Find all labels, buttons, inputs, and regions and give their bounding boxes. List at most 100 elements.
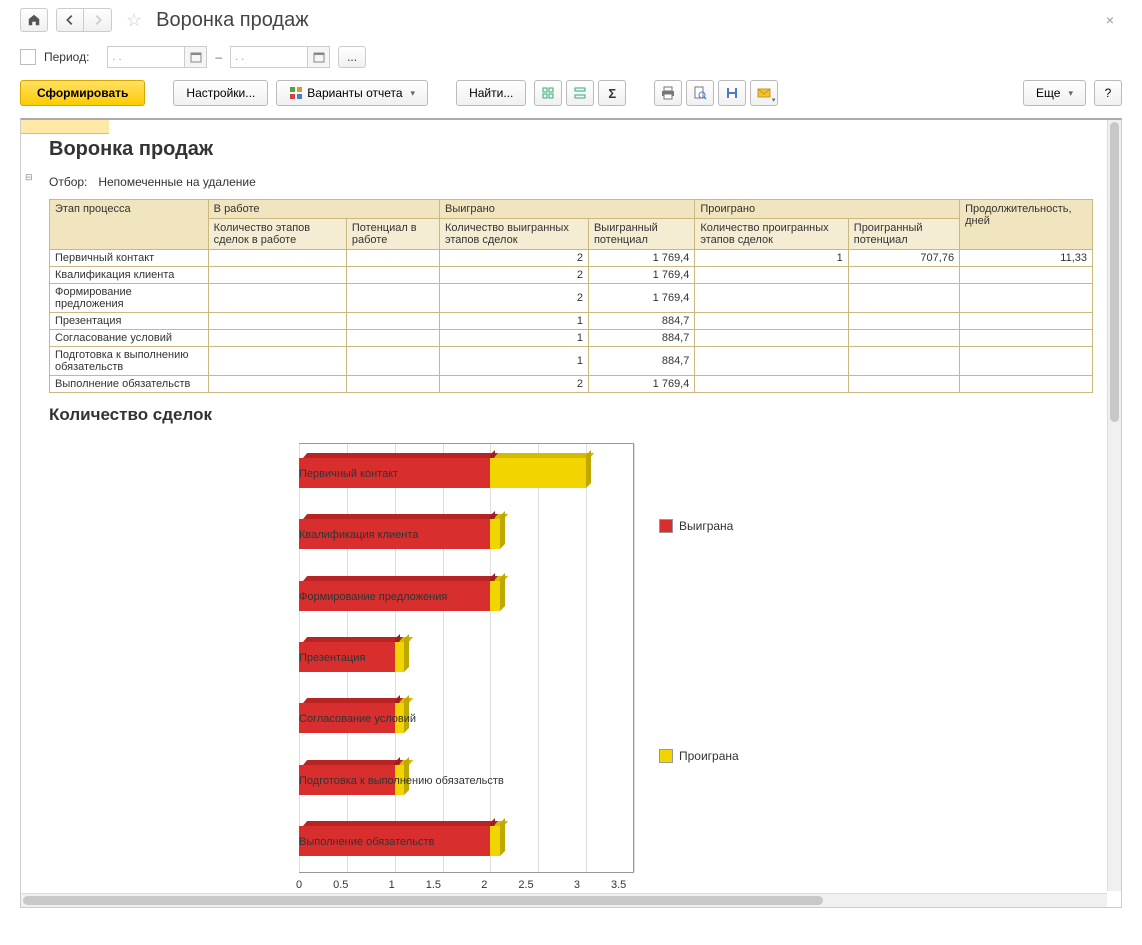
table-cell: 2 — [440, 376, 589, 393]
table-row[interactable]: Презентация1884,7 — [50, 313, 1093, 330]
legend-lost: Проиграна — [659, 749, 739, 763]
th-inwork-count: Количество этапов сделок в работе — [208, 219, 346, 250]
table-cell — [848, 347, 959, 376]
print-button[interactable] — [654, 80, 682, 106]
table-cell — [848, 267, 959, 284]
sum-button[interactable]: Σ — [598, 80, 626, 106]
page-title: Воронка продаж — [156, 9, 308, 32]
data-table: Этап процесса В работе Выиграно Проигран… — [49, 199, 1093, 393]
table-cell — [695, 313, 848, 330]
table-row[interactable]: Квалификация клиента21 769,4 — [50, 267, 1093, 284]
table-cell — [208, 267, 346, 284]
table-row[interactable]: Выполнение обязательств 21 769,4 — [50, 376, 1093, 393]
table-cell — [346, 250, 439, 267]
report-tab — [21, 120, 109, 134]
table-cell — [960, 267, 1093, 284]
x-tick: 2.5 — [518, 879, 533, 891]
date-to-picker[interactable] — [308, 46, 330, 68]
legend-won-label: Выиграна — [679, 519, 733, 533]
table-cell — [848, 284, 959, 313]
table-cell — [848, 313, 959, 330]
legend-won: Выиграна — [659, 519, 733, 533]
favorite-icon[interactable]: ☆ — [126, 10, 142, 31]
table-cell: Подготовка к выполнению обязательств — [50, 347, 209, 376]
preview-button[interactable] — [686, 80, 714, 106]
date-from-picker[interactable] — [185, 46, 207, 68]
table-cell: 1 769,4 — [588, 376, 694, 393]
help-button[interactable]: ? — [1094, 80, 1122, 106]
table-cell: 884,7 — [588, 347, 694, 376]
table-cell — [346, 313, 439, 330]
th-duration: Продолжительность, дней — [960, 200, 1093, 250]
scrollbar-horizontal[interactable] — [21, 893, 1107, 907]
header: ☆ Воронка продаж × — [0, 0, 1142, 40]
date-from-input[interactable]: . . — [107, 46, 185, 68]
legend-won-swatch — [659, 519, 673, 533]
period-checkbox[interactable] — [20, 49, 36, 65]
bar-lost[interactable] — [490, 519, 500, 549]
table-cell: 1 — [440, 347, 589, 376]
table-cell: Формирование предложения — [50, 284, 209, 313]
email-button[interactable]: ▾ — [750, 80, 778, 106]
find-button[interactable]: Найти... — [456, 80, 526, 106]
x-tick: 3.5 — [611, 879, 626, 891]
expand-groups-button[interactable] — [534, 80, 562, 106]
table-cell: Первичный контакт — [50, 250, 209, 267]
th-won: Выиграно — [440, 200, 695, 219]
period-dots-button[interactable]: ... — [338, 46, 366, 68]
th-won-count: Количество выигранных этапов сделок — [440, 219, 589, 250]
forward-button[interactable] — [84, 8, 112, 32]
settings-button[interactable]: Настройки... — [173, 80, 268, 106]
table-cell — [848, 376, 959, 393]
table-cell — [346, 347, 439, 376]
table-cell: 11,33 — [960, 250, 1093, 267]
x-tick: 0.5 — [333, 879, 348, 891]
table-cell — [346, 284, 439, 313]
variants-button[interactable]: Варианты отчета — [276, 80, 428, 106]
save-button[interactable] — [718, 80, 746, 106]
table-cell — [960, 313, 1093, 330]
form-button[interactable]: Сформировать — [20, 80, 145, 106]
legend-lost-label: Проиграна — [679, 749, 739, 763]
home-button[interactable] — [20, 8, 48, 32]
bar-lost[interactable] — [395, 642, 405, 672]
table-cell — [848, 330, 959, 347]
th-inwork: В работе — [208, 200, 439, 219]
table-cell — [960, 347, 1093, 376]
collapse-icon[interactable]: ⊟ — [25, 172, 33, 183]
table-cell — [208, 330, 346, 347]
table-row[interactable]: Согласование условий1884,7 — [50, 330, 1093, 347]
date-to-input[interactable]: . . — [230, 46, 308, 68]
table-cell — [208, 313, 346, 330]
th-lost-count: Количество проигранных этапов сделок — [695, 219, 848, 250]
th-stage: Этап процесса — [50, 200, 209, 250]
table-cell — [208, 347, 346, 376]
bar-lost[interactable] — [490, 826, 500, 856]
chart-area: 00.511.522.533.5 Выиграна Проиграна Перв… — [79, 439, 899, 908]
scrollbar-vertical[interactable] — [1107, 120, 1121, 891]
th-lost-pot: Проигранный потенциал — [848, 219, 959, 250]
table-cell: Согласование условий — [50, 330, 209, 347]
table-cell — [695, 330, 848, 347]
table-cell: 1 769,4 — [588, 284, 694, 313]
more-button[interactable]: Еще — [1023, 80, 1086, 106]
bar-lost[interactable] — [490, 581, 500, 611]
table-cell: 1 — [695, 250, 848, 267]
table-cell: 884,7 — [588, 313, 694, 330]
x-axis: 00.511.522.533.5 — [299, 879, 634, 891]
table-cell — [695, 376, 848, 393]
table-row[interactable]: Формирование предложения 21 769,4 — [50, 284, 1093, 313]
filter-row: Отбор: Непомеченные на удаление — [49, 175, 1093, 189]
collapse-groups-button[interactable] — [566, 80, 594, 106]
table-row[interactable]: Первичный контакт21 769,41707,7611,33 — [50, 250, 1093, 267]
table-cell: Выполнение обязательств — [50, 376, 209, 393]
table-cell: 2 — [440, 284, 589, 313]
table-cell — [208, 376, 346, 393]
table-cell: 2 — [440, 250, 589, 267]
table-row[interactable]: Подготовка к выполнению обязательств 1884… — [50, 347, 1093, 376]
table-cell: 707,76 — [848, 250, 959, 267]
back-button[interactable] — [56, 8, 84, 32]
table-cell — [695, 347, 848, 376]
close-button[interactable]: × — [1098, 12, 1122, 28]
bar-lost[interactable] — [490, 458, 586, 488]
